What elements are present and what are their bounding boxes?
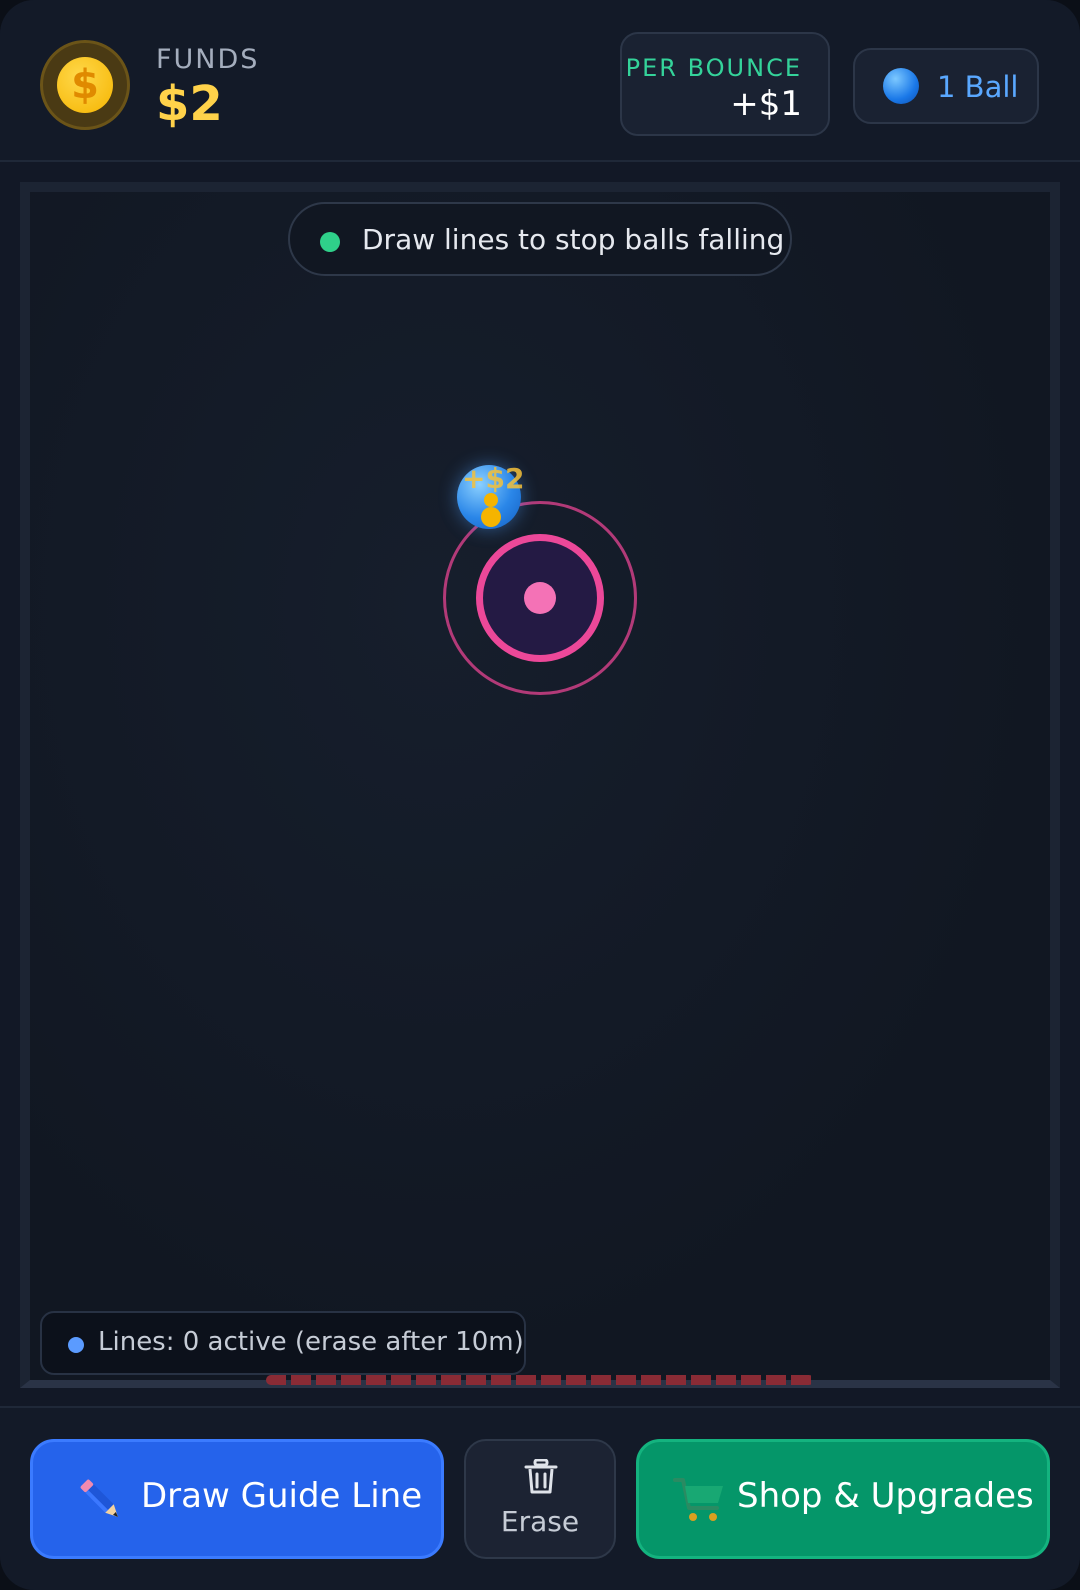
hint-text: Draw lines to stop balls falling	[362, 223, 785, 256]
blue-ball-icon	[883, 68, 919, 104]
trash-icon	[524, 1459, 558, 1494]
funds-label: FUNDS	[156, 44, 260, 75]
funds-value: $2	[156, 76, 223, 132]
lines-status: Lines: 0 active (erase after 10m)	[40, 1311, 526, 1375]
lines-status-dot	[68, 1337, 84, 1353]
shop-upgrades-label: Shop & Upgrades	[737, 1476, 1034, 1516]
top-bar: $ FUNDS $2 PER BOUNCE +$1 1 Ball	[0, 0, 1080, 162]
draw-guide-line-label: Draw Guide Line	[141, 1476, 423, 1516]
game-app: $ FUNDS $2 PER BOUNCE +$1 1 Ball Draw li…	[0, 0, 1080, 1590]
ball-count-badge: 1 Ball	[853, 48, 1039, 124]
per-bounce-value: +$1	[730, 84, 802, 124]
pencil-icon	[80, 1479, 118, 1517]
dollar-coin-icon: $	[40, 40, 130, 130]
coin-glyph: $	[57, 57, 113, 113]
floating-reward-text: +$2	[462, 462, 525, 495]
cart-icon	[673, 1478, 723, 1521]
hint-status-dot	[320, 232, 340, 252]
erase-label: Erase	[500, 1505, 580, 1538]
per-bounce-label: PER BOUNCE	[625, 54, 802, 82]
draw-guide-line-button[interactable]: Draw Guide Line	[30, 1439, 444, 1559]
per-bounce-panel: PER BOUNCE +$1	[620, 32, 830, 136]
ball-figure-icon	[481, 493, 501, 527]
playfield[interactable]	[20, 182, 1060, 1388]
erase-button[interactable]: Erase	[464, 1439, 616, 1559]
target-core	[524, 582, 556, 614]
hint-pill: Draw lines to stop balls falling	[288, 202, 792, 276]
lines-status-text: Lines: 0 active (erase after 10m)	[98, 1327, 524, 1357]
danger-zone-line	[266, 1375, 814, 1385]
shop-upgrades-button[interactable]: Shop & Upgrades	[636, 1439, 1050, 1559]
ball-count-label: 1 Ball	[937, 70, 1019, 104]
